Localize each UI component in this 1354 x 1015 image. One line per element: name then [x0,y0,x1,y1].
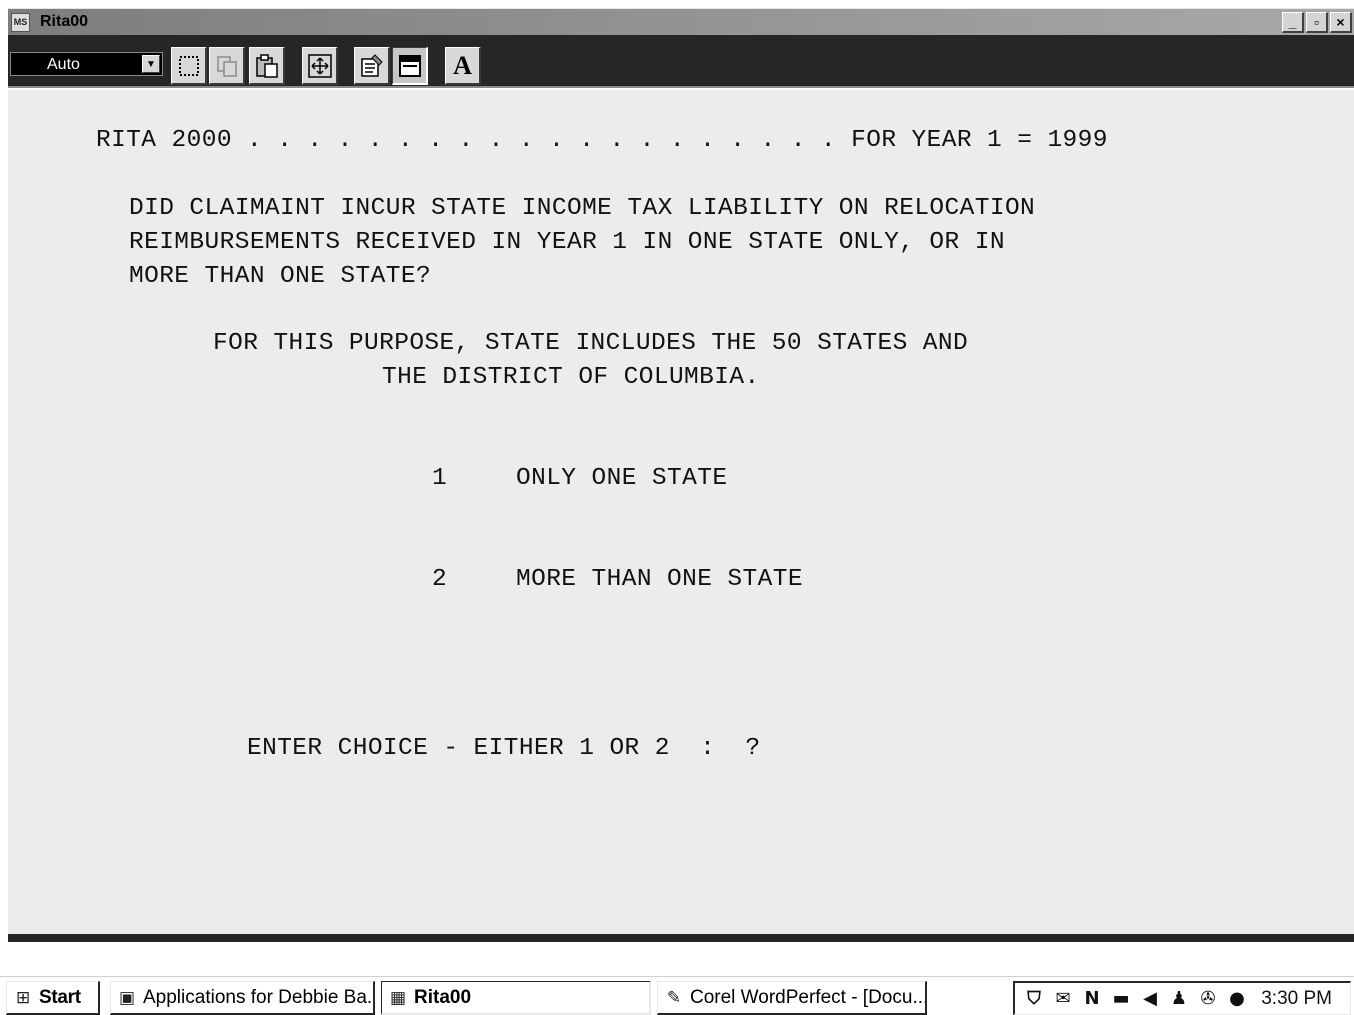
option-2-label: MORE THAN ONE STATE [516,566,803,593]
option-1-number: 1 [432,465,448,492]
background-button[interactable] [392,47,428,85]
mark-icon [178,55,199,76]
task-applications[interactable]: ▣ Applications for Debbie Ba... [110,981,375,1015]
wordperfect-icon: ✎ [666,987,682,1008]
window-title: Rita00 [40,13,89,30]
font-button[interactable]: A [445,47,481,85]
start-button[interactable]: ⊞ Start [6,981,100,1015]
copy-icon [216,55,237,77]
note-line-2: THE DISTRICT OF COLUMBIA. [382,364,760,391]
task-rita00-label: Rita00 [414,986,472,1008]
window-bottom-border [8,934,1354,942]
screen-header: RITA 2000 . . . . . . . . . . . . . . . … [96,127,1108,154]
minimize-button[interactable]: _ [1282,12,1304,33]
volume-icon[interactable]: ◀ [1137,987,1163,1011]
paste-icon [255,53,278,78]
properties-button[interactable] [354,47,390,85]
taskbar: ⊞ Start ▣ Applications for Debbie Ba... … [0,976,1354,1015]
mark-button[interactable] [171,47,207,85]
chevron-down-icon[interactable]: ▼ [142,55,160,73]
network-3com-icon[interactable]: ▬ [1108,987,1134,1011]
question-line-3: MORE THAN ONE STATE? [129,263,432,290]
font-size-select[interactable]: Auto ▼ [10,52,163,76]
terminal-screen[interactable]: RITA 2000 . . . . . . . . . . . . . . . … [8,90,1354,934]
windows-logo-icon: ⊞ [16,987,30,1008]
window-title-bar[interactable]: MS Rita00 _ ▫ × [8,8,1354,35]
copy-button[interactable] [209,47,245,85]
task-wordperfect-label: Corel WordPerfect - [Docu... [690,986,927,1008]
netscape-icon[interactable]: N [1079,987,1105,1011]
fullscreen-icon [307,53,332,78]
window-icon: ▣ [118,987,136,1008]
window-controls: _ ▫ × [1282,12,1352,33]
fullscreen-button[interactable] [302,47,338,85]
antivirus-shield-icon[interactable]: ⛉ [1021,987,1047,1011]
restore-button[interactable]: ▫ [1306,12,1328,33]
messenger-icon[interactable]: ● [1224,987,1250,1011]
system-tray: ⛉ ✉ N ▬ ◀ ♟ ✇ ● 3:30 PM [1013,981,1351,1015]
paste-button[interactable] [249,47,285,85]
choice-prompt[interactable]: ENTER CHOICE - EITHER 1 OR 2 : ? [247,735,760,763]
start-label: Start [39,986,81,1008]
close-button[interactable]: × [1330,12,1352,33]
scheduler-icon[interactable]: ✇ [1195,987,1221,1011]
task-applications-label: Applications for Debbie Ba... [143,986,375,1008]
question-line-2: REIMBURSEMENTS RECEIVED IN YEAR 1 IN ONE… [129,229,1005,256]
task-wordperfect[interactable]: ✎ Corel WordPerfect - [Docu... [657,981,927,1015]
ms-dos-icon: ▦ [389,987,407,1008]
font-size-value: Auto [47,56,80,73]
task-rita00[interactable]: ▦ Rita00 [381,981,651,1015]
mail-icon[interactable]: ✉ [1050,987,1076,1011]
properties-icon [360,53,383,77]
option-2-number: 2 [432,566,448,593]
option-1-label: ONLY ONE STATE [516,465,728,492]
note-line-1: FOR THIS PURPOSE, STATE INCLUDES THE 50 … [213,330,969,357]
question-line-1: DID CLAIMAINT INCUR STATE INCOME TAX LIA… [129,195,1036,222]
user-icon[interactable]: ♟ [1166,987,1192,1011]
app-icon[interactable]: MS [11,13,30,32]
toolbar: Auto ▼ A [8,35,1354,88]
clock[interactable]: 3:30 PM [1261,988,1332,1010]
background-icon [398,54,421,77]
